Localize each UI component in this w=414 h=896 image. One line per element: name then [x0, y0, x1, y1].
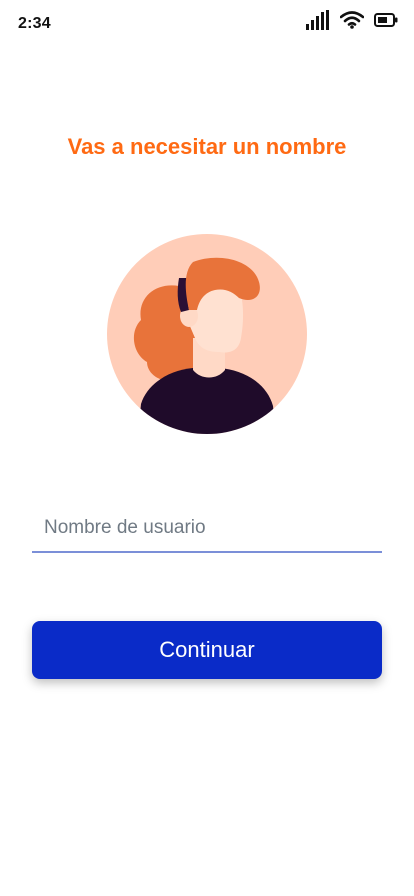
status-bar: 2:34 [0, 0, 414, 48]
continue-button[interactable]: Continuar [32, 621, 382, 679]
battery-icon [374, 13, 398, 27]
username-input[interactable] [32, 505, 382, 553]
username-field [32, 505, 382, 555]
status-icons [306, 10, 398, 30]
status-time: 2:34 [18, 15, 51, 32]
signal-icon [306, 10, 330, 30]
name-setup-screen: 2:34 Vas a necesitar un nombre Nombre de… [0, 0, 414, 896]
page-title: Vas a necesitar un nombre [67, 134, 347, 159]
wifi-icon [340, 11, 364, 29]
avatar-illustration [107, 234, 307, 434]
